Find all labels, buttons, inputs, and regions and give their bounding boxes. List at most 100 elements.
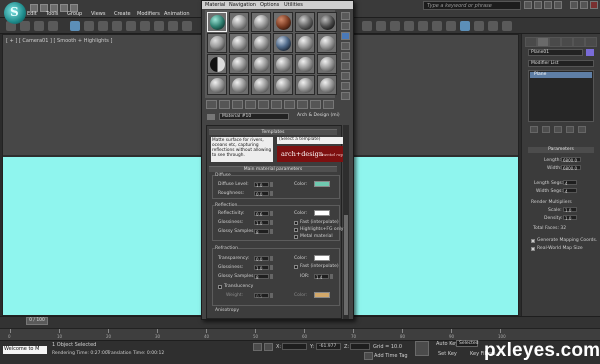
main-parameters-rollout-title[interactable]: Main material parameters [209,166,337,172]
diffuse-level-spinner[interactable] [270,182,273,187]
render-setup-icon[interactable] [474,21,484,31]
fast-interpolate-checkbox[interactable] [294,221,298,225]
assign-material-icon[interactable] [232,100,243,109]
reference-coords-icon[interactable] [168,21,178,31]
sample-slot[interactable] [295,75,315,95]
lock-selection-icon[interactable] [253,343,262,351]
material-navigator-icon[interactable] [341,92,350,100]
backlight-icon[interactable] [341,22,350,30]
key-mode-dropdown[interactable]: Selected [456,340,479,347]
sample-slot[interactable] [317,54,337,74]
get-material-icon[interactable] [206,100,217,109]
menu-group[interactable]: Group [67,11,82,17]
y-coord-field[interactable]: -61.977 [316,343,341,350]
region-select-icon[interactable] [98,21,108,31]
refraction-samples-spinner[interactable] [270,274,273,279]
rotate-icon[interactable] [140,21,150,31]
go-to-parent-icon[interactable] [323,100,334,109]
auto-key-button[interactable]: Auto Key [436,341,458,347]
app-logo-icon[interactable]: S [4,2,26,24]
ior-spinner[interactable] [330,274,333,279]
sample-slot[interactable] [229,12,249,32]
modify-tab-icon[interactable] [537,37,549,47]
reflection-glossiness-field[interactable]: 1.0 [254,220,269,226]
sample-slot[interactable] [273,75,293,95]
menu-tools[interactable]: Tools [46,11,58,17]
configure-sets-icon[interactable] [578,126,586,133]
select-by-material-icon[interactable] [341,82,350,90]
search-input[interactable]: Type a keyword or phrase [423,1,521,10]
translucency-weight-field[interactable]: 0.5 [254,293,269,299]
sample-slot[interactable] [295,54,315,74]
background-icon[interactable] [341,32,350,40]
material-name-field[interactable]: Material #10 [219,113,289,120]
utilities-tab-icon[interactable] [585,37,597,47]
mirror-icon[interactable] [376,21,386,31]
width-segs-field[interactable]: 4 [563,188,577,194]
put-to-scene-icon[interactable] [219,100,230,109]
transparency-spinner[interactable] [270,256,273,261]
time-tag-icon[interactable] [364,352,373,360]
sample-slot[interactable] [251,33,271,53]
put-to-library-icon[interactable] [271,100,282,109]
refraction-samples-field[interactable]: 8 [254,274,269,280]
density-field[interactable]: 1.0 [563,215,577,221]
maximize-icon[interactable] [580,1,588,9]
length-field[interactable]: 6800.0 [561,157,581,163]
remove-modifier-icon[interactable] [566,126,574,133]
reset-map-icon[interactable] [245,100,256,109]
sample-slot[interactable] [229,54,249,74]
curve-editor-icon[interactable] [432,21,442,31]
sample-slot[interactable] [317,33,337,53]
stack-item-plane[interactable]: Plane [530,72,592,78]
roughness-spinner[interactable] [270,191,273,196]
sample-slot[interactable] [273,12,293,32]
menu-animation[interactable]: Animation [164,11,190,17]
transparency-field[interactable]: 0.0 [254,256,269,262]
add-time-tag[interactable]: Add Time Tag [374,353,408,359]
pivot-center-icon[interactable] [182,21,192,31]
med-menu-navigation[interactable]: Navigation [229,2,256,8]
width-field[interactable]: 6800.0 [561,165,581,171]
viewport-label[interactable]: [ + ] [ Camera01 ] [ Smooth + Highlights… [6,38,112,44]
refraction-color-swatch[interactable] [314,255,330,261]
diffuse-level-field[interactable]: 1.0 [254,182,269,188]
star-icon[interactable] [544,1,552,9]
translucency-checkbox[interactable] [218,285,222,289]
sample-slot[interactable] [207,12,227,32]
create-tab-icon[interactable] [525,37,537,47]
length-segs-field[interactable]: 4 [563,180,577,186]
make-preview-icon[interactable] [341,62,350,70]
object-name-field[interactable]: Plane01 [528,49,583,56]
metal-material-checkbox[interactable] [294,235,298,239]
sample-slot[interactable] [251,75,271,95]
window-crossing-icon[interactable] [112,21,122,31]
refraction-glossiness-field[interactable]: 1.0 [254,265,269,271]
help-icon[interactable] [554,1,562,9]
unlink-icon[interactable] [34,21,44,31]
make-unique-material-icon[interactable] [258,100,269,109]
maxscript-listener[interactable]: Welcome to M [3,346,47,354]
object-color-swatch[interactable] [586,49,594,56]
sample-slot[interactable] [295,33,315,53]
reflection-glossiness-spinner[interactable] [270,220,273,225]
select-by-name-icon[interactable] [84,21,94,31]
real-world-checkbox[interactable] [531,247,535,251]
reflectivity-field[interactable]: 0.6 [254,211,269,217]
reflection-samples-field[interactable]: 8 [254,229,269,235]
med-menu-material[interactable]: Material [205,2,225,8]
minimize-icon[interactable] [570,1,578,9]
template-dropdown[interactable]: (Select a template) [277,137,343,144]
sample-slot[interactable] [229,75,249,95]
link-icon[interactable] [20,21,30,31]
scale-field[interactable]: 1.0 [563,207,577,213]
track-bar[interactable] [0,328,600,340]
display-tab-icon[interactable] [573,37,585,47]
translucency-weight-spinner[interactable] [270,293,273,298]
bind-spacewarp-icon[interactable] [48,21,58,31]
highlights-fg-checkbox[interactable] [294,228,298,232]
modifier-list-dropdown[interactable]: Modifier List [528,60,594,67]
sample-slot[interactable] [317,75,337,95]
material-id-channel-icon[interactable] [284,100,295,109]
menu-create[interactable]: Create [114,11,131,17]
